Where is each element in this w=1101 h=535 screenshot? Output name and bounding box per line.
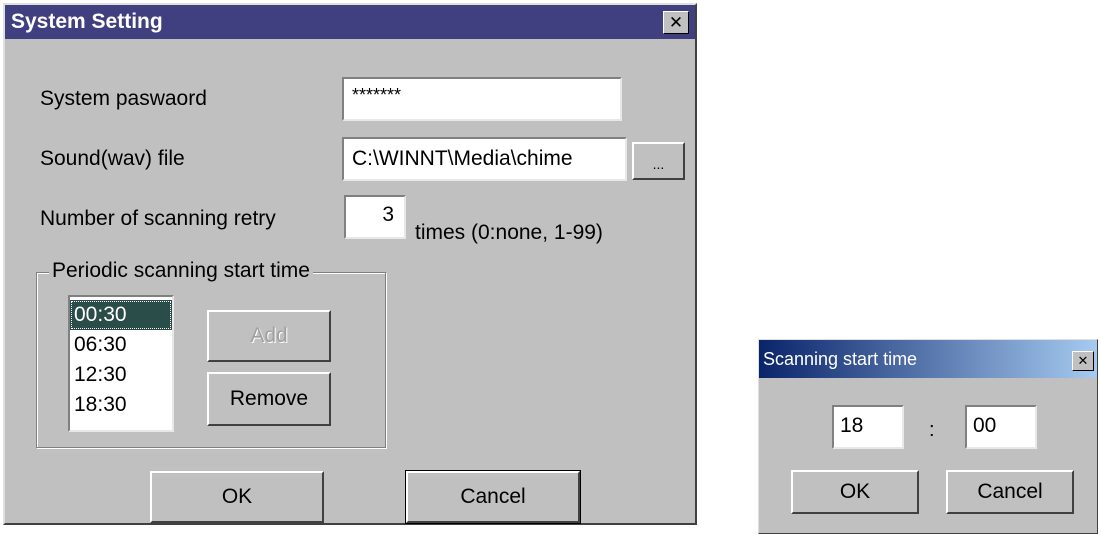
scanning-start-time-title: Scanning start time [763,348,918,369]
retry-label: Number of scanning retry [40,207,276,230]
periodic-scanning-group-label: Periodic scanning start time [49,259,313,283]
scanning-start-time-dialog: Scanning start time ✕ 18 : 00 OK Cancel [758,339,1098,534]
system-setting-close-button[interactable]: ✕ [663,11,689,34]
browse-button[interactable]: ... [632,142,685,180]
list-item[interactable]: 00:30 [70,300,172,330]
browse-button-label: ... [652,156,665,172]
system-setting-dialog: System Setting ✕ System paswaord *******… [3,3,697,525]
password-field[interactable]: ******* [342,77,622,121]
system-setting-title: System Setting [11,10,163,33]
scanning-start-time-titlebar[interactable]: Scanning start time [759,340,1097,378]
sound-file-label: Sound(wav) file [40,147,185,170]
scan-cancel-button[interactable]: Cancel [946,470,1074,514]
sound-file-field[interactable]: C:\WINNT\Media\chime [342,137,627,181]
close-icon: ✕ [1077,353,1089,369]
remove-button-label: Remove [229,387,309,410]
ok-button[interactable]: OK [150,471,324,523]
cancel-button-label: Cancel [460,485,526,508]
list-item[interactable]: 06:30 [70,330,172,360]
list-item[interactable]: 18:30 [70,390,172,420]
time-separator: : [929,419,935,441]
ok-button-label: OK [221,485,253,508]
start-time-list[interactable]: 00:30 06:30 12:30 18:30 [68,295,174,432]
cancel-button[interactable]: Cancel [405,470,581,524]
close-icon: ✕ [668,12,684,33]
hour-field[interactable]: 18 [832,405,904,449]
retry-field[interactable]: 3 [344,195,406,239]
add-button-label: Add [250,324,288,347]
remove-button[interactable]: Remove [207,372,331,426]
retry-suffix: times (0:none, 1-99) [415,221,603,244]
scan-ok-button-label: OK [839,480,871,503]
list-item[interactable]: 12:30 [70,360,172,390]
add-button[interactable]: Add [207,310,331,362]
system-setting-titlebar[interactable]: System Setting [5,5,695,39]
password-label: System paswaord [40,87,207,110]
scanning-start-time-close-button[interactable]: ✕ [1072,351,1094,371]
minute-field[interactable]: 00 [965,405,1037,449]
scan-ok-button[interactable]: OK [791,470,919,514]
scan-cancel-button-label: Cancel [977,480,1043,503]
